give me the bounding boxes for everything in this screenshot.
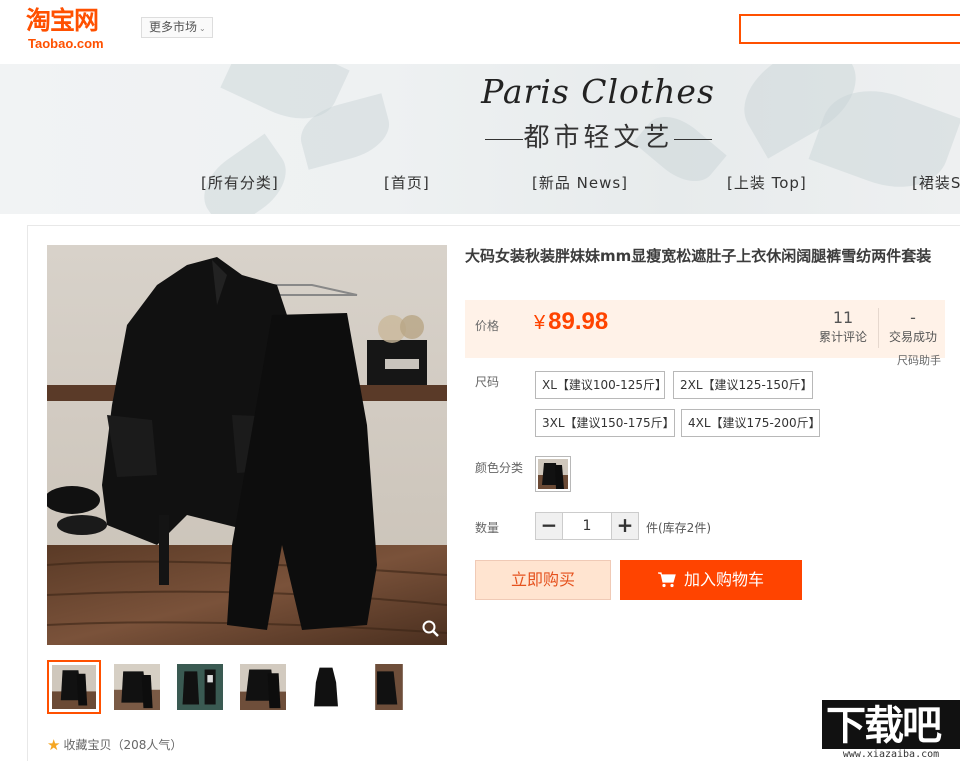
- price-box: 价格 ¥89.98 11 累计评论 - 交易成功: [465, 300, 945, 358]
- currency-symbol: ¥: [534, 312, 546, 334]
- watermark-text: 下载吧: [826, 703, 942, 749]
- xiazaiba-watermark: 下载吧 www.xiazaiba.com: [822, 700, 960, 761]
- thumbnail-4[interactable]: [236, 660, 290, 714]
- size-helper-link[interactable]: 尺码助手: [897, 352, 941, 368]
- price-amount: 89.98: [548, 308, 609, 335]
- buy-now-button[interactable]: 立即购买: [475, 560, 611, 600]
- star-icon: ★: [47, 736, 61, 754]
- search-input[interactable]: [739, 14, 960, 44]
- size-option-3xl[interactable]: 3XL【建议150-175斤】: [535, 409, 675, 437]
- size-option-4xl[interactable]: 4XL【建议175-200斤】: [681, 409, 821, 437]
- nav-item-top[interactable]: [上装 Top]: [727, 172, 807, 193]
- thumbnail-2[interactable]: [110, 660, 164, 714]
- nav-item-all-categories[interactable]: [所有分类]: [201, 172, 279, 193]
- more-market-label: 更多市场: [149, 20, 198, 34]
- quantity-increase-button[interactable]: +: [611, 512, 639, 540]
- logo-en-text: Taobao.com: [28, 36, 104, 51]
- quantity-label: 数量: [475, 521, 500, 535]
- watermark-url: www.xiazaiba.com: [822, 749, 960, 761]
- shop-name: Paris Clothes: [481, 72, 715, 111]
- taobao-logo[interactable]: 淘宝网 Taobao.com: [26, 6, 126, 51]
- price-label: 价格: [475, 319, 500, 333]
- deals-stat: - 交易成功: [883, 308, 943, 348]
- shop-slogan: 都市轻文艺: [476, 120, 721, 156]
- quantity-input[interactable]: 1: [563, 512, 611, 540]
- reviews-count: 11: [832, 308, 854, 327]
- divider: [673, 138, 712, 140]
- add-to-cart-label: 加入购物车: [683, 570, 764, 589]
- quantity-decrease-button[interactable]: −: [535, 512, 563, 540]
- nav-item-new[interactable]: [新品 News]: [532, 172, 628, 193]
- divider: [485, 138, 524, 140]
- chevron-down-icon: ⌄: [199, 24, 206, 33]
- color-option-black[interactable]: [535, 456, 571, 492]
- logo-cn-text: 淘宝网: [26, 6, 99, 35]
- thumbnail-6[interactable]: [362, 660, 416, 714]
- shop-nav: [所有分类] [首页] [新品 News] [上装 Top] [裙装S: [0, 172, 960, 196]
- nav-item-skirts[interactable]: [裙装S: [912, 172, 960, 193]
- thumbnail-3[interactable]: [173, 660, 227, 714]
- stock-text: 件(库存2件): [646, 521, 711, 535]
- product-title: 大码女装秋装胖妹妹mm显瘦宽松遮肚子上衣休闲阔腿裤雪纺两件套装: [465, 247, 932, 265]
- favorite-link[interactable]: ★ 收藏宝贝（208人气）: [47, 736, 182, 754]
- top-bar: 淘宝网 Taobao.com 更多市场 ⌄: [0, 0, 960, 64]
- reviews-label: 累计评论: [818, 330, 867, 344]
- deals-label: 交易成功: [888, 330, 937, 344]
- magnifier-icon[interactable]: [421, 619, 441, 639]
- favorite-label: 收藏宝贝（208人气）: [63, 738, 183, 752]
- more-market-dropdown[interactable]: 更多市场 ⌄: [141, 17, 213, 38]
- deals-count: -: [910, 308, 916, 327]
- size-option-xl[interactable]: XL【建议100-125斤】: [535, 371, 667, 399]
- divider: [878, 308, 879, 348]
- reviews-stat[interactable]: 11 累计评论: [813, 308, 873, 348]
- cart-icon: [657, 572, 676, 588]
- thumbnail-1[interactable]: [47, 660, 101, 714]
- price-value: ¥89.98: [534, 308, 608, 336]
- add-to-cart-button[interactable]: 加入购物车: [620, 560, 802, 600]
- shop-slogan-text: 都市轻文艺: [523, 123, 674, 153]
- product-photo: [47, 245, 447, 645]
- color-label: 颜色分类: [475, 461, 524, 475]
- size-label: 尺码: [475, 375, 500, 389]
- nav-item-home[interactable]: [首页]: [384, 172, 430, 193]
- product-main-image[interactable]: [47, 245, 447, 645]
- size-option-2xl[interactable]: 2XL【建议125-150斤】: [673, 371, 813, 399]
- thumbnail-5[interactable]: [299, 660, 353, 714]
- shop-banner: Paris Clothes 都市轻文艺 [所有分类] [首页] [新品 News…: [0, 64, 960, 214]
